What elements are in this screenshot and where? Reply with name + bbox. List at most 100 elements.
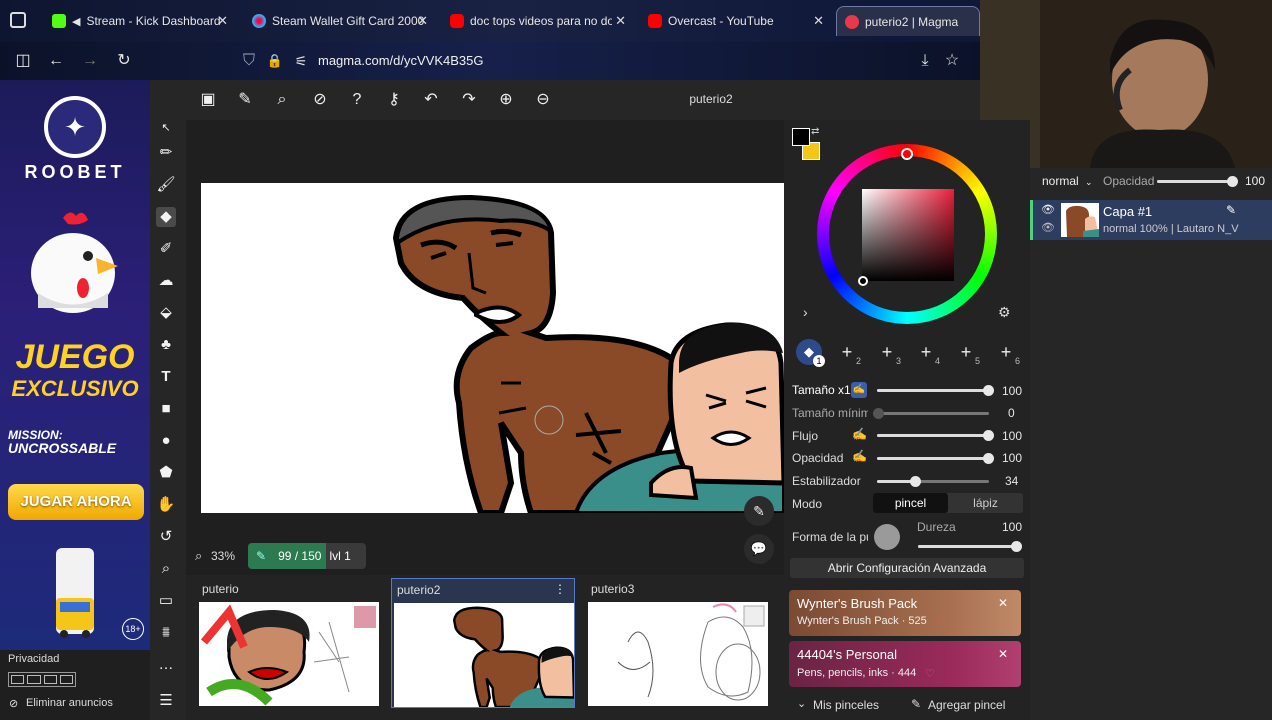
smudge-tool-icon[interactable]: ✐ bbox=[156, 239, 176, 259]
back-icon[interactable]: ← bbox=[47, 52, 65, 70]
size-slider[interactable] bbox=[877, 385, 994, 396]
site-settings-icon[interactable]: ⚟ bbox=[292, 52, 310, 70]
drawing-canvas[interactable] bbox=[201, 183, 784, 513]
pressure-opacity-icon[interactable]: ✍ bbox=[852, 449, 867, 463]
slider-knob[interactable] bbox=[1227, 176, 1238, 187]
pencil-tool-icon[interactable]: ✏ bbox=[156, 143, 176, 163]
advertisement[interactable]: ✦ ROOBET JUEGO EXCLUSIVO MISSION: UNCROS… bbox=[0, 80, 150, 650]
layer-lock-icon[interactable]: 👁 bbox=[1041, 221, 1055, 234]
install-icon[interactable]: ⤓ bbox=[916, 52, 934, 70]
layer-opacity-slider[interactable] bbox=[1157, 176, 1238, 187]
document-title[interactable]: puterio2 bbox=[680, 92, 742, 106]
mode-brush-option[interactable]: pincel bbox=[873, 493, 948, 513]
color-settings-icon[interactable]: ⚙ bbox=[998, 304, 1011, 321]
add-brush-slot-icon[interactable]: + bbox=[916, 342, 936, 362]
visibility-eye-icon[interactable]: 👁 bbox=[1041, 203, 1055, 216]
rectangle-tool-icon[interactable]: ■ bbox=[156, 399, 176, 419]
fill-tool-icon[interactable]: ⬙ bbox=[156, 303, 176, 323]
swap-colors-icon[interactable]: ⇄ bbox=[811, 126, 819, 137]
sidebar-icon[interactable]: ◫ bbox=[14, 52, 32, 70]
tab-mute-icon[interactable]: ◀ bbox=[72, 15, 80, 28]
forward-icon[interactable]: → bbox=[81, 52, 99, 70]
add-brush-button[interactable]: Agregar pincel bbox=[928, 698, 1005, 712]
key-icon[interactable]: ⚷ bbox=[384, 90, 404, 110]
document-thumbnail-active[interactable]: puterio2 ⋮ bbox=[391, 578, 575, 708]
color-picker-handle[interactable] bbox=[858, 276, 868, 286]
remove-ads-link[interactable]: Eliminar anuncios bbox=[26, 697, 113, 709]
perspective-tool-icon[interactable]: ⩩ bbox=[156, 623, 176, 643]
flow-slider[interactable] bbox=[877, 430, 994, 441]
more-tools-icon[interactable]: … bbox=[156, 655, 176, 675]
close-tab-icon[interactable]: ✕ bbox=[217, 13, 228, 29]
reload-icon[interactable]: ↻ bbox=[115, 52, 133, 70]
privacy-link[interactable]: Privacidad bbox=[8, 653, 59, 665]
zoom-icon[interactable]: ⌕ bbox=[195, 548, 202, 564]
search-icon[interactable]: ⌕ bbox=[272, 90, 292, 110]
advanced-settings-button[interactable]: Abrir Configuración Avanzada bbox=[790, 558, 1024, 578]
flow-value[interactable]: 100 bbox=[1002, 429, 1022, 443]
brush-tool-icon[interactable]: 🖌 bbox=[156, 175, 176, 195]
brush-pack-card[interactable]: Wynter's Brush Pack Wynter's Brush Pack … bbox=[789, 590, 1021, 636]
add-brush-slot-icon[interactable]: + bbox=[996, 342, 1016, 362]
blur-tool-icon[interactable]: ☁ bbox=[156, 271, 176, 291]
mode-pencil-option[interactable]: lápiz bbox=[948, 493, 1023, 513]
ad-cta-button[interactable]: JUGAR AHORA bbox=[8, 484, 144, 520]
undo-icon[interactable]: ↶ bbox=[421, 90, 441, 110]
move-icon[interactable]: ↖ bbox=[156, 118, 176, 138]
brush-pack-card[interactable]: 44404's Personal Pens, pencils, inks · 4… bbox=[789, 641, 1021, 687]
url-text[interactable]: magma.com/d/ycVVK4B35G bbox=[318, 53, 483, 68]
my-brushes-button[interactable]: Mis pinceles bbox=[813, 698, 879, 712]
zoom-level[interactable]: 33% bbox=[211, 549, 235, 563]
saturation-value-picker[interactable] bbox=[862, 189, 954, 281]
opacity-value[interactable]: 100 bbox=[1002, 451, 1022, 465]
expand-panel-icon[interactable]: › bbox=[803, 304, 808, 320]
close-card-icon[interactable]: ✕ bbox=[998, 647, 1008, 661]
close-card-icon[interactable]: ✕ bbox=[998, 596, 1008, 610]
shield-icon[interactable]: ⛉ bbox=[240, 52, 258, 70]
slider-knob[interactable] bbox=[983, 430, 994, 441]
hardness-slider[interactable] bbox=[918, 541, 1022, 552]
pressure-size-icon[interactable]: ✍ bbox=[851, 382, 867, 398]
eraser-tool-icon[interactable]: ◆ bbox=[156, 207, 176, 227]
layer-name[interactable]: Capa #1 bbox=[1103, 204, 1152, 219]
layer-opacity-value[interactable]: 100 bbox=[1245, 174, 1265, 188]
min-size-slider[interactable] bbox=[873, 408, 989, 419]
slider-knob[interactable] bbox=[910, 476, 921, 487]
image-icon[interactable]: ▣ bbox=[198, 90, 218, 110]
text-tool-icon[interactable]: T bbox=[156, 367, 176, 387]
ellipse-tool-icon[interactable]: ● bbox=[156, 431, 176, 451]
blend-mode-select[interactable]: normal ⌄ bbox=[1036, 172, 1096, 190]
redo-icon[interactable]: ↷ bbox=[459, 90, 479, 110]
stamp-tool-icon[interactable]: ♣ bbox=[156, 335, 176, 355]
close-tab-icon[interactable]: ✕ bbox=[615, 13, 626, 29]
close-tab-icon[interactable]: ✕ bbox=[417, 13, 428, 29]
hue-handle[interactable] bbox=[901, 148, 913, 160]
zoom-in-icon[interactable]: ⊕ bbox=[496, 90, 516, 110]
add-brush-slot-icon[interactable]: + bbox=[837, 342, 857, 362]
slider-knob[interactable] bbox=[983, 453, 994, 464]
min-size-value[interactable]: 0 bbox=[1008, 406, 1015, 420]
browser-tab[interactable]: Steam Wallet Gift Card 2000 ✕ bbox=[244, 6, 434, 36]
hardness-value[interactable]: 100 bbox=[1002, 520, 1022, 534]
hand-tool-icon[interactable]: ✋ bbox=[156, 495, 176, 515]
rotate-tool-icon[interactable]: ↺ bbox=[156, 527, 176, 547]
tab-list-icon[interactable] bbox=[10, 12, 26, 28]
comment-tool-icon[interactable]: ▭ bbox=[156, 591, 176, 611]
slider-knob[interactable] bbox=[983, 385, 994, 396]
brush-tip-preview[interactable] bbox=[874, 524, 900, 550]
pressure-flow-icon[interactable]: ✍ bbox=[852, 427, 867, 441]
mode-toggle[interactable]: pincel lápiz bbox=[873, 493, 1023, 513]
chevron-down-icon[interactable]: ⌄ bbox=[797, 697, 806, 710]
close-tab-icon[interactable]: ✕ bbox=[813, 13, 824, 29]
lock-icon[interactable]: 🔒 bbox=[266, 52, 284, 70]
zoom-tool-icon[interactable]: ⌕ bbox=[156, 559, 176, 579]
pencil-icon[interactable]: ✎ bbox=[235, 90, 255, 110]
slider-knob[interactable] bbox=[1011, 541, 1022, 552]
zoom-out-icon[interactable]: ⊖ bbox=[533, 90, 553, 110]
shape-tool-icon[interactable]: ⬟ bbox=[156, 463, 176, 483]
progress-badge[interactable]: ✎ 99 / 150 lvl 1 bbox=[248, 543, 366, 569]
stabilizer-slider[interactable] bbox=[877, 476, 989, 487]
browser-tab[interactable]: ◀ Stream - Kick Dashboard ✕ bbox=[44, 6, 234, 36]
more-options-icon[interactable]: ⋮ bbox=[554, 582, 566, 596]
layer-row[interactable]: 👁 👁 Capa #1 normal 100% | Lautaro N_V ✎ bbox=[1030, 200, 1272, 240]
